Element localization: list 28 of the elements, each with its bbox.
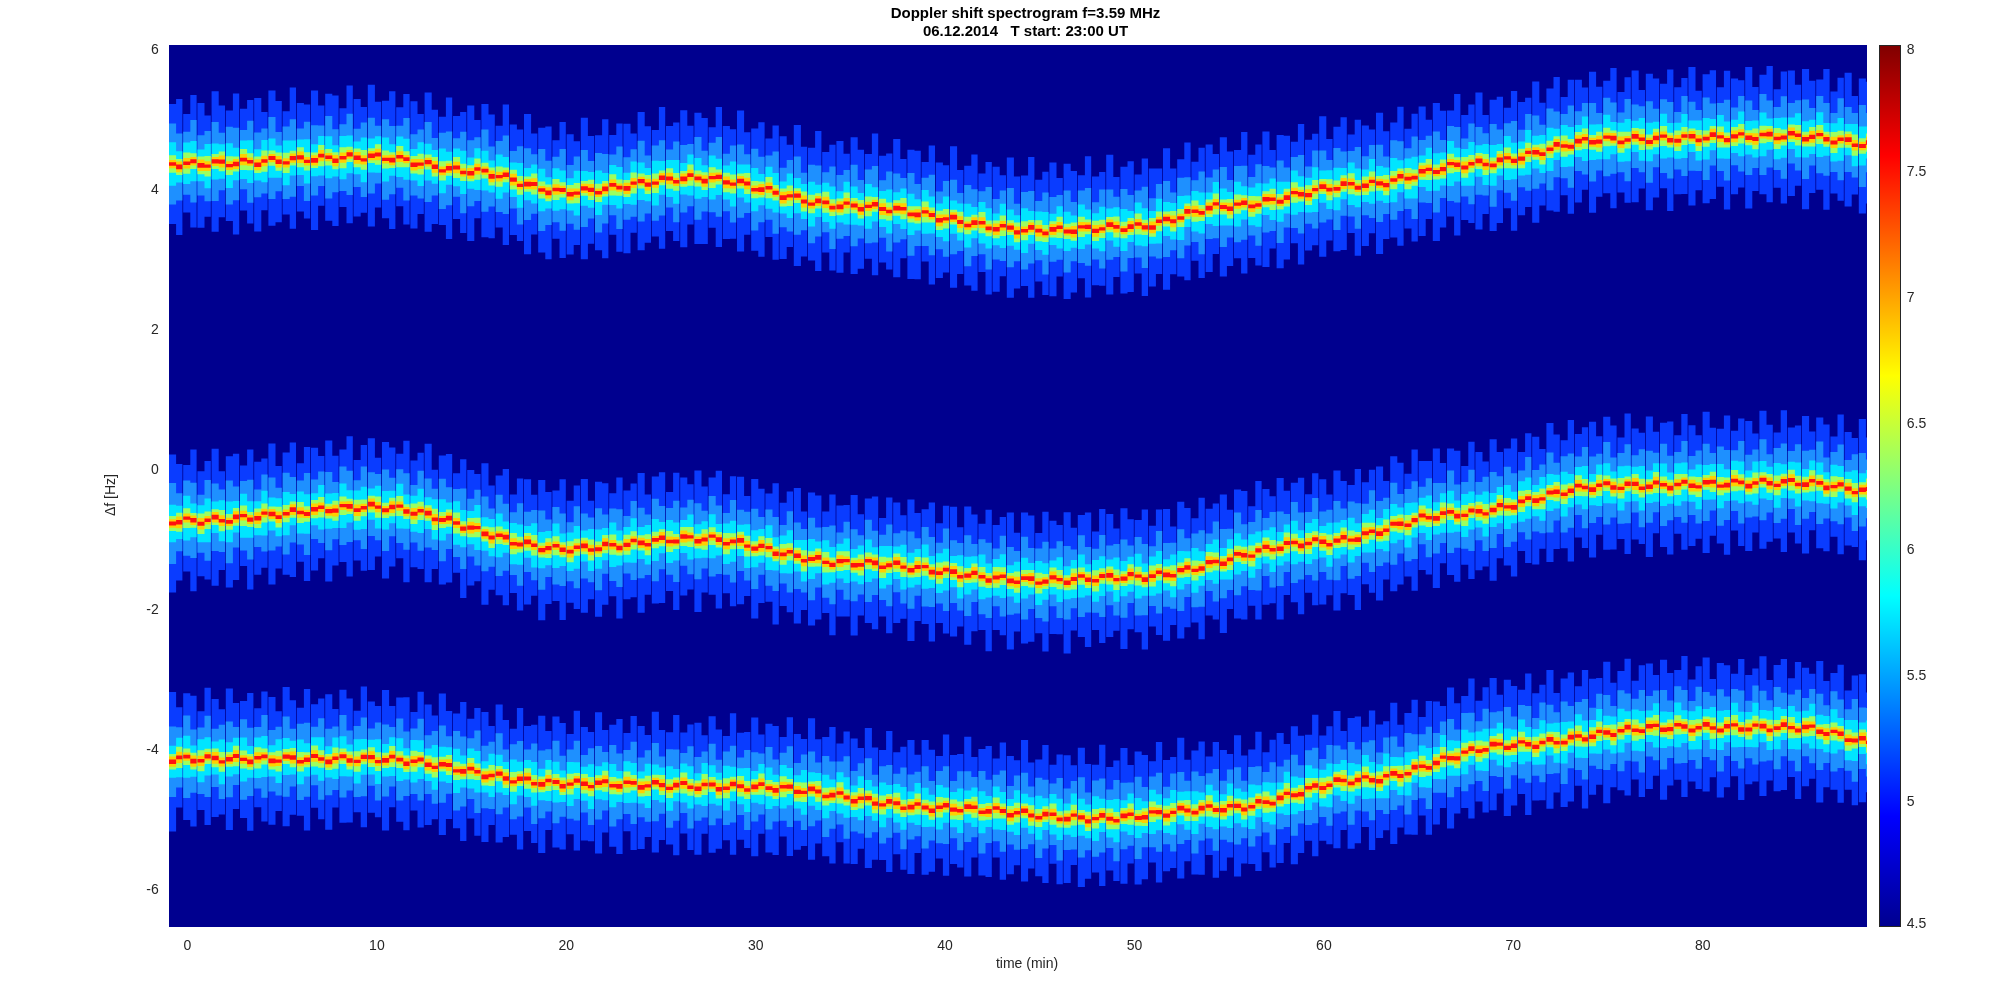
colorbar-tick-label: 5.5 [1906,667,1927,683]
y-tick-label: 2 [150,321,159,337]
chart-title: 06.12.2014 T start: 23:00 UT [922,22,1129,40]
y-tick-label: -4 [146,741,159,757]
colorbar-tick-label: 5 [1906,793,1915,809]
y-tick-label: 6 [150,41,159,57]
y-tick-label: 0 [150,461,159,477]
x-tick-label: 80 [1694,937,1711,953]
colorbar-tick-label: 6.5 [1906,415,1927,431]
x-axis-label: time (min) [995,955,1059,971]
x-tick-label: 10 [369,937,385,953]
chart-title: Doppler shift spectrogram f=3.59 MHz [890,4,1161,22]
colorbar-tick-label: 8 [1906,41,1915,57]
x-tick-label: 0 [183,937,192,953]
y-tick-label: 4 [150,181,159,197]
x-tick-label: 40 [937,937,953,953]
x-tick-label: 30 [747,937,764,953]
colorbar-tick-label: 6 [1906,541,1915,557]
y-tick-label: -2 [146,601,159,617]
x-tick-label: 60 [1316,937,1332,953]
y-tick-label: -6 [146,881,159,897]
x-tick-label: 20 [558,937,575,953]
x-tick-label: 50 [1126,937,1143,953]
colorbar-tick-label: 4.5 [1906,915,1927,931]
x-tick-label: 70 [1505,937,1522,953]
colorbar-tick-label: 7.5 [1906,163,1927,179]
colorbar-tick-label: 7 [1906,289,1915,305]
y-axis-label: Δf [Hz] [102,474,118,516]
